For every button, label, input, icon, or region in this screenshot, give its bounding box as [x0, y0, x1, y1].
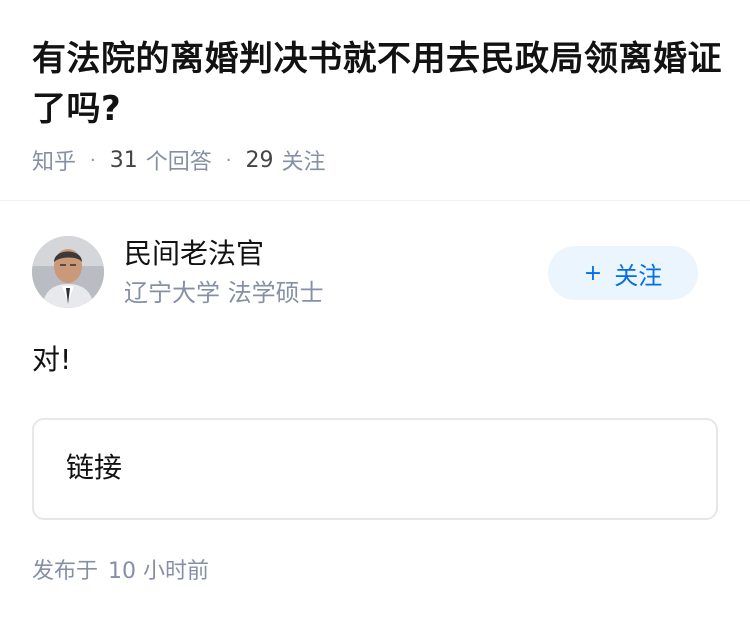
publish-ago: 10 小时前 — [108, 559, 210, 584]
avatar[interactable] — [32, 236, 104, 308]
answer-count: 31 — [109, 147, 138, 173]
avatar-photo-icon — [32, 236, 104, 308]
separator-dot: · — [90, 149, 96, 171]
follow-button-label: 关注 — [614, 261, 663, 290]
plus-icon: + — [583, 260, 603, 286]
separator-dot: · — [225, 149, 232, 171]
link-card-label: 链接 — [66, 451, 123, 484]
answer-content: 对! — [32, 343, 72, 376]
author-headline: 辽宁大学 法学硕士 — [124, 279, 324, 307]
author-name[interactable]: 民间老法官 — [124, 236, 264, 272]
author-row: 民间老法官 辽宁大学 法学硕士 + 关注 — [32, 236, 718, 308]
follow-count: 29 — [245, 147, 274, 173]
question-title[interactable]: 有法院的离婚判决书就不用去民政局领离婚证了吗? — [32, 34, 722, 134]
publish-prefix: 发布于 — [32, 559, 99, 584]
publish-time: 发布于 10 小时前 — [32, 556, 209, 588]
answer-page: 有法院的离婚判决书就不用去民政局领离婚证了吗? 知乎 · 31 个回答 · 29… — [0, 0, 750, 624]
link-card[interactable]: 链接 — [32, 418, 718, 520]
answer-count-label: 个回答 — [145, 150, 212, 175]
divider — [0, 200, 750, 201]
question-meta: 知乎 · 31 个回答 · 29 关注 — [32, 144, 326, 176]
source-label[interactable]: 知乎 — [32, 144, 76, 176]
follow-count-label: 关注 — [281, 150, 326, 175]
follow-button[interactable]: + 关注 — [548, 246, 698, 300]
